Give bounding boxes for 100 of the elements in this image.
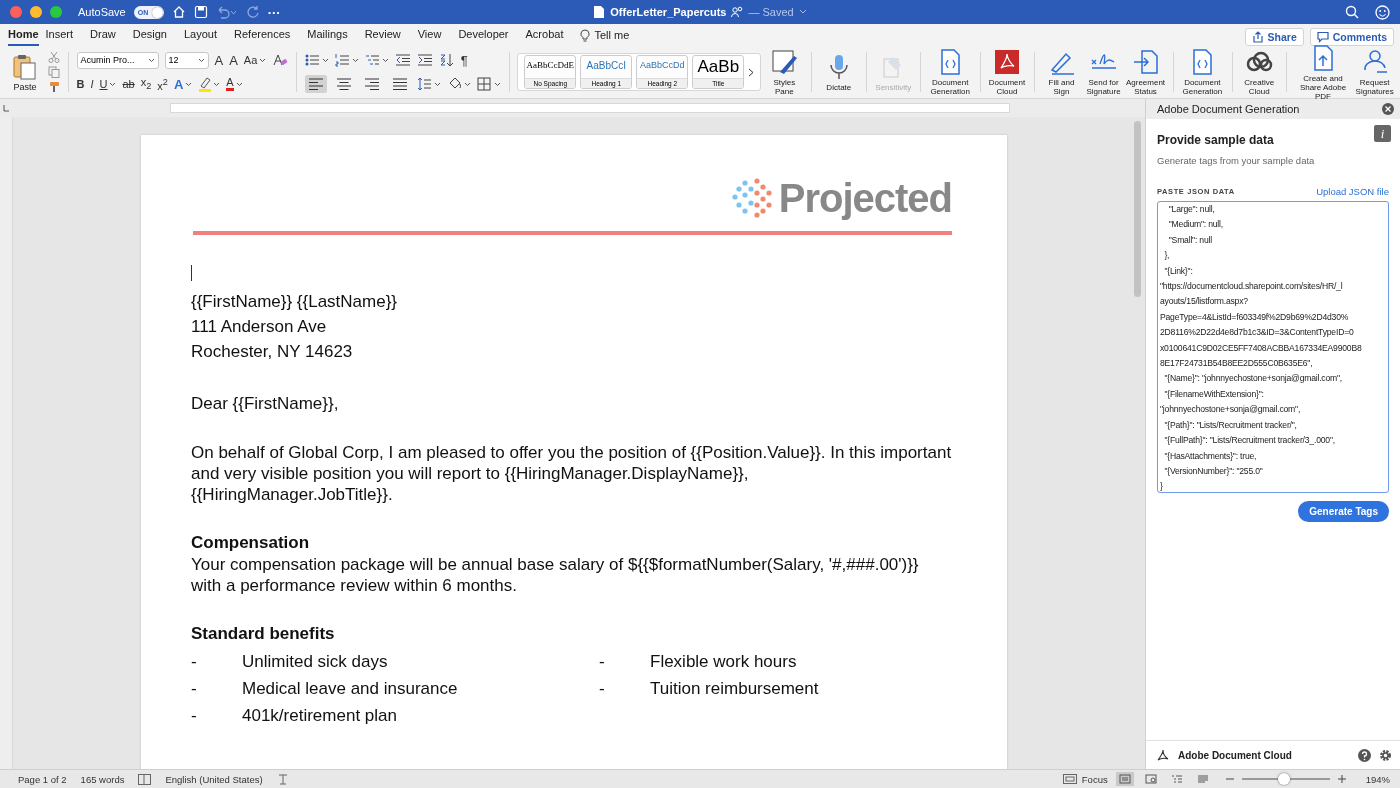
focus-icon xyxy=(1062,774,1077,784)
highlighter-icon[interactable] xyxy=(198,76,221,92)
bullet-item: Unlimited sick days xyxy=(242,651,388,673)
ribbon-button[interactable]: Dictate xyxy=(819,52,858,92)
zoom-level[interactable]: 194% xyxy=(1365,773,1390,785)
font-color-button[interactable]: A xyxy=(226,77,243,91)
text-effects-button[interactable]: A xyxy=(173,76,193,92)
bullet-marker: - xyxy=(599,651,606,673)
ribbon-tab[interactable]: Insert xyxy=(45,24,84,46)
redo-icon[interactable] xyxy=(245,5,260,19)
subscript-button[interactable]: x$_{2}$ xyxy=(140,76,152,92)
proofing-icon[interactable] xyxy=(138,773,152,785)
window-controls-icon[interactable] xyxy=(10,6,62,18)
word-count[interactable]: 165 words xyxy=(80,773,125,785)
align-left-button[interactable] xyxy=(304,75,327,93)
language[interactable]: English (United States) xyxy=(165,773,263,785)
view-icon xyxy=(1196,774,1209,784)
panel-subtitle: Generate tags from your sample data xyxy=(1157,155,1316,166)
comment-icon xyxy=(1316,31,1329,43)
home-icon[interactable] xyxy=(171,5,186,19)
section-heading: Standard benefits xyxy=(191,623,336,645)
caret-icon xyxy=(259,57,267,63)
caret-icon xyxy=(109,81,117,87)
clipboard-icon xyxy=(12,52,38,81)
caret-icon[interactable] xyxy=(798,9,807,15)
save-icon[interactable] xyxy=(193,5,208,19)
copy-icon[interactable] xyxy=(48,66,60,78)
ribbon-button[interactable]: Document Cloud xyxy=(988,48,1026,96)
ribbon-tab[interactable]: View xyxy=(417,24,452,46)
share-button[interactable]: Share xyxy=(1244,28,1304,46)
focus-button[interactable]: Focus xyxy=(1062,773,1108,785)
info-button[interactable]: i xyxy=(1374,125,1391,142)
people-icon xyxy=(731,6,744,18)
font-name-dropdown[interactable]: Acumin Pro... xyxy=(76,51,159,69)
font-size-dropdown[interactable]: 12 xyxy=(164,51,209,69)
chevron-icon[interactable] xyxy=(748,67,755,77)
ribbon-tab[interactable]: Layout xyxy=(184,24,228,46)
show-formatting-button[interactable]: ¶ xyxy=(460,52,468,68)
caret-icon xyxy=(147,57,155,63)
close-icon[interactable] xyxy=(1382,103,1394,115)
bullet-item: 401k/retirement plan xyxy=(242,705,397,727)
view-icon xyxy=(1118,774,1131,784)
format-painter-icon[interactable] xyxy=(48,81,60,93)
ribbon-button[interactable]: Document Generation xyxy=(928,48,972,96)
borders-icon[interactable] xyxy=(476,77,501,91)
shrink-font-button[interactable]: A xyxy=(229,52,238,68)
accessibility-icon[interactable] xyxy=(276,773,289,785)
ribbon-button[interactable]: Send for Signature xyxy=(1084,48,1123,96)
upload-link[interactable]: Upload JSON file xyxy=(1316,186,1389,197)
ribbon-tab[interactable]: Acrobat xyxy=(525,24,574,46)
caret-icon xyxy=(197,57,205,63)
more-options[interactable]: ··· xyxy=(267,4,281,20)
ribbon-tab[interactable]: Draw xyxy=(90,24,126,46)
help-icon[interactable] xyxy=(1358,748,1371,762)
autosave-label: AutoSave xyxy=(78,6,126,18)
greeting: Dear {{FirstName}}, xyxy=(191,393,340,415)
ribbon-tab[interactable]: Design xyxy=(132,24,177,46)
bullet-marker: - xyxy=(191,651,198,673)
ribbon-button[interactable]: Creative Cloud xyxy=(1240,48,1279,96)
address-line: {{FirstName}} {{LastName}} xyxy=(191,291,399,313)
ribbon-tab[interactable]: References xyxy=(234,24,301,46)
grow-font-button[interactable]: A xyxy=(214,52,224,68)
superscript-button[interactable]: x$^{2}$ xyxy=(157,76,168,92)
bold-button[interactable]: B xyxy=(76,78,85,90)
sort-icon[interactable] xyxy=(438,53,455,67)
paste-button[interactable]: Paste xyxy=(6,52,44,92)
tell-me-search[interactable]: Tell me xyxy=(580,28,630,42)
ribbon-tab[interactable]: Mailings xyxy=(307,24,358,46)
acrobat-icon xyxy=(1156,748,1170,762)
view-print-button[interactable] xyxy=(1115,772,1134,786)
clear-formatting-icon[interactable] xyxy=(272,53,289,67)
search-icon[interactable] xyxy=(1345,4,1359,19)
ribbon-button[interactable]: Agreement Status xyxy=(1126,48,1165,96)
json-input-field[interactable]: "Large": null, "Medium": null, "Small": null }, "{Link}": "https://documentcloud.sharepoint.com/sites/HR/_l ayouts/15/listform.aspx? PageType=4&ListId=f603349f%2D9b69%2D4d30% 2D8116%2D22d4e8d7b1c3&ID=3&ContentTypeID=0 x0100641C9D02CE5FF7408ACBBA167334EA9900B8 8E17F24731B54B8EE2D555C0B635E6", "{Name}": "johnnyechostone+sonja@gmail.com", "{FilenameWithExtension}": "johnnyechostone+sonja@gmail.com", "{Path}": "Lists/Recruitment tracker/", "{FullPath}": "Lists/Recruitment tracker/3_.000", "{HasAttachments}": true, "{VersionNumber}": "255.0" } xyxy=(1157,201,1389,493)
decrease-indent-icon[interactable] xyxy=(394,53,411,67)
generate-tags-button[interactable]: Generate Tags xyxy=(1298,501,1389,522)
ribbon-button[interactable]: Document Generation xyxy=(1181,48,1224,96)
zoom-in-icon[interactable] xyxy=(1337,775,1346,783)
ribbon-button[interactable]: Fill and Sign xyxy=(1042,48,1081,96)
settings-icon[interactable] xyxy=(1379,748,1392,762)
scrollbar-thumb[interactable] xyxy=(1134,121,1141,297)
panel-title: Adobe Document Generation xyxy=(1157,103,1300,115)
strikethrough-button[interactable]: ab xyxy=(122,78,135,90)
page-count[interactable]: Page 1 of 2 xyxy=(18,773,67,785)
increase-indent-icon[interactable] xyxy=(416,53,433,67)
line-spacing-icon[interactable] xyxy=(416,77,441,91)
zoom-slider-thumb[interactable] xyxy=(1277,773,1290,785)
ribbon-button[interactable]: Request Signatures xyxy=(1355,48,1395,96)
smiley-icon[interactable] xyxy=(1375,4,1390,20)
bullets-icon[interactable] xyxy=(304,53,329,67)
italic-button[interactable]: I xyxy=(90,78,94,90)
underline-button[interactable]: U xyxy=(99,78,117,90)
numbering-icon[interactable] xyxy=(334,53,359,67)
ribbon-tab[interactable]: Developer xyxy=(458,24,519,46)
multilevel-list-icon[interactable] xyxy=(364,53,389,67)
ribbon-button[interactable]: Styles Pane xyxy=(765,48,804,96)
ribbon-tab[interactable]: Review xyxy=(364,24,411,46)
ribbon-button[interactable]: Create and Share Adobe PDF xyxy=(1294,43,1352,101)
view-icon xyxy=(1144,774,1157,784)
change-case-button[interactable]: Aa xyxy=(243,54,267,66)
